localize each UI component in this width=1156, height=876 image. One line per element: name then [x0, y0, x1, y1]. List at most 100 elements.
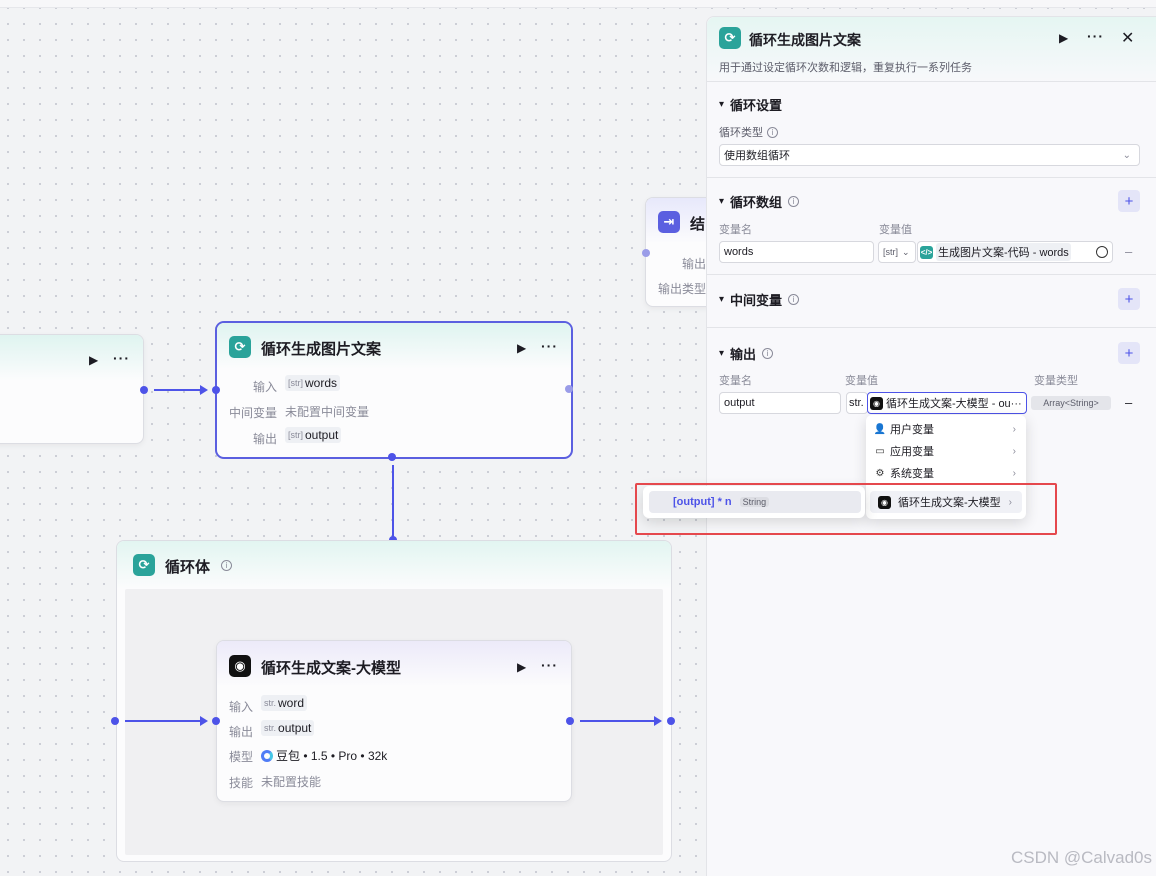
- menu-item-app-vars[interactable]: ▭ 应用变量 ›: [866, 440, 1026, 462]
- loop-body-title: 循环体: [165, 559, 211, 576]
- divider: [707, 274, 1156, 275]
- loop-start-port[interactable]: [111, 717, 119, 725]
- output-type-label: 输出类型: [658, 282, 707, 296]
- info-icon[interactable]: i: [762, 348, 774, 359]
- output-port[interactable]: [565, 385, 573, 393]
- chevron-down-icon: ⌄: [1122, 149, 1131, 161]
- input-port[interactable]: [212, 386, 220, 394]
- loop-type-select[interactable]: 使用数组循环 ⌄: [719, 144, 1140, 166]
- output-var-type: Array<String>: [1031, 396, 1111, 410]
- divider: [707, 81, 1156, 82]
- more-icon[interactable]: ···: [541, 657, 558, 673]
- top-strip: [0, 0, 1156, 8]
- skill-label: 技能: [229, 776, 254, 790]
- add-output-button[interactable]: +: [1118, 342, 1140, 364]
- output-value-ref[interactable]: ◉ 循环生成文案-大模型 - ou···: [867, 392, 1027, 414]
- more-icon[interactable]: ···: [1087, 28, 1104, 44]
- divider: [707, 327, 1156, 328]
- input-label: 输入: [229, 700, 254, 714]
- add-loop-array-button[interactable]: +: [1118, 190, 1140, 212]
- play-icon[interactable]: ▶: [89, 353, 98, 367]
- remove-row-button[interactable]: –: [1125, 244, 1132, 259]
- chevron-down-icon: ▾: [719, 348, 725, 359]
- output-port[interactable]: [566, 717, 574, 725]
- loop-icon: ⟳: [133, 554, 155, 576]
- chevron-down-icon: ⌄: [902, 246, 910, 257]
- output-name-input[interactable]: output: [719, 392, 841, 414]
- mid-vars-title[interactable]: ▾ 中间变量 i: [719, 290, 800, 309]
- play-icon[interactable]: ▶: [517, 341, 526, 355]
- panel-title: 循环生成图片文案: [749, 32, 861, 48]
- loop-array-value-ref[interactable]: </> 生成图片文案-代码 - words: [917, 241, 1113, 263]
- skill-value: 未配置技能: [261, 775, 322, 789]
- input-port[interactable]: [212, 717, 220, 725]
- node-title: 循环生成文案-大模型: [261, 660, 401, 677]
- mid-var-value: 未配置中间变量: [285, 405, 370, 419]
- name-col-label: 变量名: [719, 375, 752, 387]
- play-icon[interactable]: ▶: [1059, 31, 1068, 45]
- output-label: 输出: [229, 725, 254, 739]
- name-col-label: 变量名: [719, 224, 752, 236]
- output-value: str. output: [261, 720, 315, 736]
- watermark: CSDN @Calvad0s: [1010, 848, 1152, 867]
- node-title: 循环生成图片文案: [261, 341, 382, 358]
- loop-array-name-input[interactable]: words: [719, 241, 874, 263]
- llm-icon: ◉: [229, 655, 251, 677]
- edge: [580, 720, 656, 722]
- menu-item-system-vars[interactable]: ⚙ 系统变量 ›: [866, 462, 1026, 484]
- loop-settings-title[interactable]: ▾ 循环设置: [719, 95, 782, 114]
- end-icon: ⇥: [658, 211, 680, 233]
- folder-icon: ▭: [875, 445, 885, 457]
- loop-array-type-select[interactable]: [str] ⌄: [878, 241, 916, 263]
- loop-icon: ⟳: [229, 336, 251, 358]
- input-value: [str] words: [285, 375, 341, 391]
- info-icon[interactable]: i: [221, 560, 232, 571]
- loop-port[interactable]: [388, 453, 396, 461]
- chevron-down-icon: ▾: [719, 196, 725, 207]
- code-icon: </>: [920, 245, 933, 259]
- input-port[interactable]: [642, 249, 650, 257]
- more-icon[interactable]: ···: [113, 350, 130, 366]
- loop-array-title[interactable]: ▾ 循环数组 i: [719, 192, 800, 211]
- add-mid-var-button[interactable]: +: [1118, 288, 1140, 310]
- mid-var-label: 中间变量: [229, 406, 278, 420]
- llm-node[interactable]: ◉ 循环生成文案-大模型 ▶ ··· 输入 str. word 输出 str. ou…: [216, 640, 572, 802]
- output-value: [str] output: [285, 427, 342, 443]
- info-icon[interactable]: i: [788, 294, 800, 305]
- gear-icon: ⚙: [875, 467, 885, 479]
- info-icon[interactable]: i: [767, 126, 778, 138]
- output-label: 输出: [253, 432, 278, 446]
- remove-row-button[interactable]: –: [1125, 395, 1132, 410]
- user-icon: 👤: [873, 423, 887, 435]
- menu-item-user-vars[interactable]: 👤 用户变量 ›: [866, 418, 1026, 440]
- llm-icon: ◉: [870, 396, 883, 410]
- info-icon[interactable]: i: [788, 196, 800, 207]
- output-label: 输出: [682, 257, 707, 271]
- model-value: 豆包 • 1.5 • Pro • 32k: [261, 747, 387, 764]
- edge: [125, 720, 205, 722]
- loop-node[interactable]: ⟳ 循环生成图片文案 ▶ ··· 输入 [str] words 中间变量 未配置中…: [216, 322, 572, 458]
- more-icon[interactable]: ···: [541, 338, 558, 354]
- output-type-prefix: str.: [846, 392, 868, 414]
- chevron-down-icon: ▾: [719, 99, 725, 110]
- edge: [392, 465, 394, 537]
- edge-arrow: [200, 385, 208, 395]
- clock-icon[interactable]: [1096, 246, 1108, 258]
- input-value: str. word: [261, 695, 308, 711]
- edge: [154, 389, 204, 391]
- node-title: 结: [690, 216, 706, 233]
- output-port[interactable]: [140, 386, 148, 394]
- loop-type-label: 循环类型 i: [719, 124, 778, 140]
- edge-arrow: [654, 716, 662, 726]
- input-label: 输入: [253, 380, 278, 394]
- loop-end-port[interactable]: [667, 717, 675, 725]
- left-partial-node[interactable]: ▶ ···: [0, 334, 144, 444]
- play-icon[interactable]: ▶: [517, 660, 526, 674]
- chevron-down-icon: ▾: [719, 294, 725, 305]
- panel-description: 用于通过设定循环次数和逻辑，重复执行一系列任务: [719, 62, 972, 74]
- value-col-label: 变量值: [845, 375, 878, 387]
- close-icon[interactable]: ✕: [1121, 28, 1134, 48]
- value-col-label: 变量值: [879, 224, 912, 236]
- output-title[interactable]: ▾ 输出 i: [719, 344, 774, 363]
- type-col-label: 变量类型: [1034, 375, 1078, 387]
